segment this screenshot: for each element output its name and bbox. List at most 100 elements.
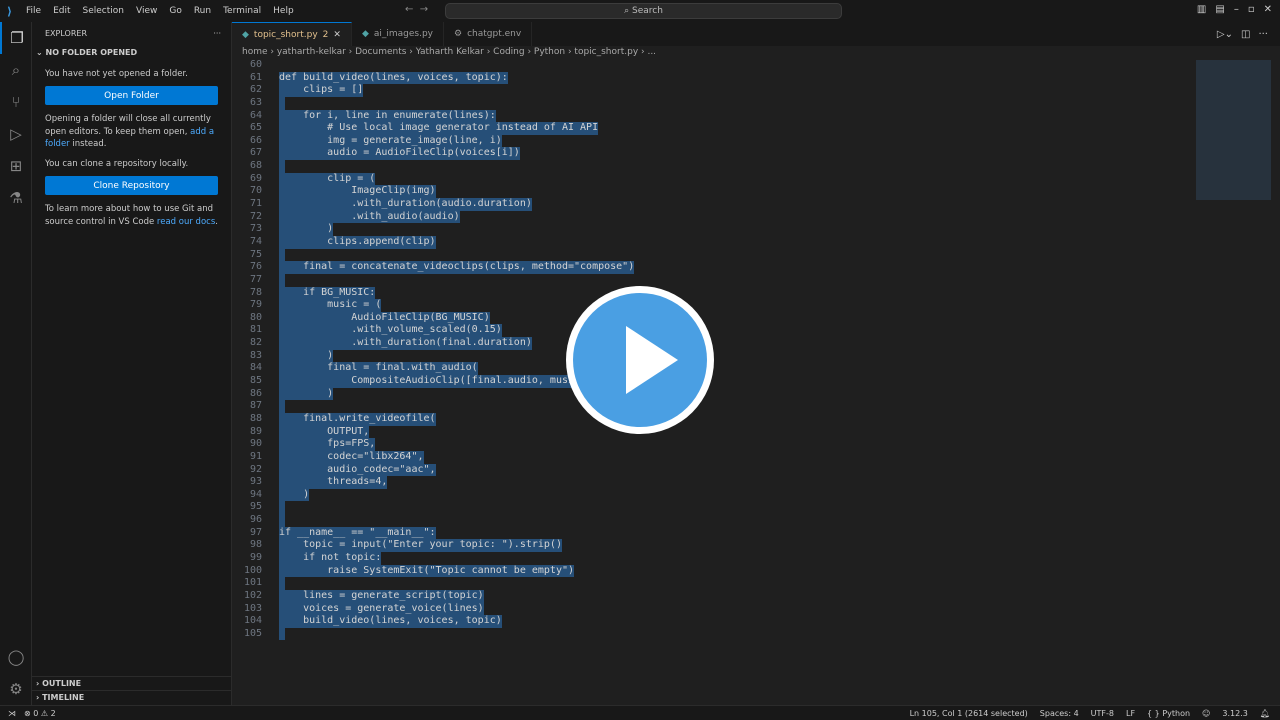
- code-line: 92 audio_codec="aac",: [232, 463, 1192, 477]
- explorer-icon[interactable]: ❐: [0, 22, 32, 54]
- code-text: # Use local image generator instead of A…: [279, 122, 599, 135]
- line-number: 105: [243, 627, 262, 639]
- code-line: 62 clips = []: [232, 84, 1192, 97]
- menu-file[interactable]: File: [26, 6, 41, 16]
- language-mode[interactable]: { } Python: [1147, 709, 1190, 718]
- minimap[interactable]: [1196, 60, 1271, 200]
- code-text: audio = AudioFileClip(voices[i]): [279, 147, 520, 161]
- line-number: 94: [249, 488, 262, 500]
- editor-actions: ▷⌄ ◫ ···: [1217, 29, 1268, 40]
- code-line: 99 if not topic:: [232, 551, 1192, 565]
- code-text: [279, 514, 286, 527]
- source-control-icon[interactable]: ⑂: [0, 86, 32, 118]
- info-text-end: instead.: [69, 138, 107, 149]
- search-icon[interactable]: ⌕: [0, 54, 32, 86]
- no-folder-section[interactable]: ⌄ NO FOLDER OPENED: [32, 46, 231, 60]
- copilot-icon[interactable]: ☺: [1202, 709, 1210, 718]
- gear-icon[interactable]: ⚙: [0, 673, 32, 705]
- line-number: 96: [249, 514, 262, 526]
- menu-bar: File Edit Selection View Go Run Terminal…: [26, 6, 306, 16]
- layout-icon[interactable]: ▥: [1197, 4, 1206, 15]
- breadcrumb[interactable]: home › yatharth-kelkar › Documents › Yat…: [242, 47, 656, 57]
- open-folder-info: Opening a folder will close all currentl…: [32, 113, 231, 150]
- code-text: voices = generate_voice(lines): [279, 602, 484, 616]
- clone-repository-button[interactable]: Clone Repository: [45, 176, 218, 196]
- extensions-icon[interactable]: ⊞: [0, 150, 32, 182]
- back-icon[interactable]: ←: [405, 4, 413, 15]
- line-number: 78: [249, 286, 262, 298]
- outline-section[interactable]: › OUTLINE: [32, 676, 232, 690]
- menu-terminal[interactable]: Terminal: [223, 6, 261, 16]
- python-version[interactable]: 3.12.3: [1222, 709, 1247, 718]
- menu-edit[interactable]: Edit: [53, 6, 70, 16]
- code-line: 61 def build_video(lines, voices, topic):: [232, 71, 1192, 85]
- code-text: ImageClip(img): [279, 185, 436, 199]
- code-text: [279, 627, 286, 641]
- command-center-search[interactable]: ⌕ Search: [445, 3, 842, 19]
- line-number: 61: [249, 71, 262, 83]
- tab-chatgpt-env[interactable]: ⚙ chatgpt.env: [444, 22, 533, 46]
- maximize-icon[interactable]: ▫: [1248, 4, 1255, 15]
- minimize-icon[interactable]: –: [1234, 4, 1239, 15]
- close-tab-icon[interactable]: ✕: [333, 30, 341, 40]
- code-text: audio_codec="aac",: [279, 463, 436, 477]
- more-actions-icon[interactable]: ···: [213, 22, 221, 46]
- play-icon: [626, 326, 678, 394]
- menu-help[interactable]: Help: [273, 6, 294, 16]
- code-line: 100 raise SystemExit("Topic cannot be em…: [232, 564, 1192, 578]
- python-file-icon: ◆: [242, 29, 249, 40]
- git-info-end: .: [215, 216, 218, 227]
- code-line: 78 if BG_MUSIC:: [232, 286, 1192, 300]
- menu-selection[interactable]: Selection: [83, 6, 124, 16]
- line-number: 86: [249, 387, 262, 399]
- play-button[interactable]: [566, 286, 714, 434]
- code-line: 68: [232, 160, 1192, 173]
- indentation[interactable]: Spaces: 4: [1040, 709, 1079, 718]
- menu-run[interactable]: Run: [194, 6, 211, 16]
- line-number: 64: [249, 109, 262, 121]
- run-debug-icon[interactable]: ▷: [0, 118, 32, 150]
- testing-icon[interactable]: ⚗: [0, 182, 32, 214]
- forward-icon[interactable]: →: [420, 4, 428, 15]
- python-file-icon: ◆: [361, 29, 369, 39]
- run-icon[interactable]: ▷⌄: [1217, 29, 1233, 40]
- tab-ai-images[interactable]: ◆ ai_images.py: [352, 22, 444, 46]
- line-number: 103: [243, 602, 262, 614]
- no-folder-text: You have not yet opened a folder.: [45, 69, 188, 79]
- code-text: raise SystemExit("Topic cannot be empty"…: [279, 564, 575, 578]
- account-icon[interactable]: ◯: [0, 641, 32, 673]
- cursor-position[interactable]: Ln 105, Col 1 (2614 selected): [910, 709, 1028, 718]
- close-icon[interactable]: ✕: [1264, 4, 1272, 15]
- code-text: clips.append(clip): [279, 235, 436, 249]
- split-editor-icon[interactable]: ◫: [1241, 29, 1250, 40]
- code-text: topic = input("Enter your topic: ").stri…: [279, 539, 562, 552]
- read-docs-link[interactable]: read our docs: [157, 217, 215, 227]
- code-text: ): [279, 387, 334, 401]
- code-line: 65 # Use local image generator instead o…: [232, 122, 1192, 135]
- nav-arrows: ← →: [405, 4, 428, 15]
- status-bar: ⋊ ⊗ 0 ⚠ 2 Ln 105, Col 1 (2614 selected) …: [0, 705, 1280, 720]
- code-text: .with_duration(audio.duration): [279, 198, 532, 211]
- code-line: 66 img = generate_image(line, i): [232, 134, 1192, 148]
- line-number: 92: [249, 463, 262, 475]
- open-folder-button[interactable]: Open Folder: [45, 86, 218, 106]
- line-number: 63: [249, 96, 262, 108]
- code-text: threads=4,: [279, 476, 388, 489]
- menu-go[interactable]: Go: [169, 6, 181, 16]
- more-icon[interactable]: ···: [1258, 29, 1268, 40]
- tab-topic-short[interactable]: ◆ topic_short.py 2 ✕: [232, 22, 352, 46]
- problems-indicator[interactable]: ⊗ 0 ⚠ 2: [24, 709, 56, 718]
- timeline-section[interactable]: › TIMELINE: [32, 690, 232, 704]
- encoding[interactable]: UTF-8: [1091, 709, 1114, 718]
- clone-text: You can clone a repository locally.: [45, 159, 189, 170]
- panel-icon[interactable]: ▤: [1215, 4, 1224, 15]
- code-text: ): [279, 488, 310, 502]
- code-line: 96: [232, 514, 1192, 527]
- menu-view[interactable]: View: [136, 6, 157, 16]
- line-ending[interactable]: LF: [1126, 709, 1135, 718]
- code-line: 86 ): [232, 387, 1192, 401]
- code-line: 93 threads=4,: [232, 476, 1192, 489]
- line-number: 91: [249, 450, 262, 462]
- bell-icon[interactable]: 🔔︎: [1260, 709, 1270, 718]
- remote-icon[interactable]: ⋊: [0, 709, 24, 718]
